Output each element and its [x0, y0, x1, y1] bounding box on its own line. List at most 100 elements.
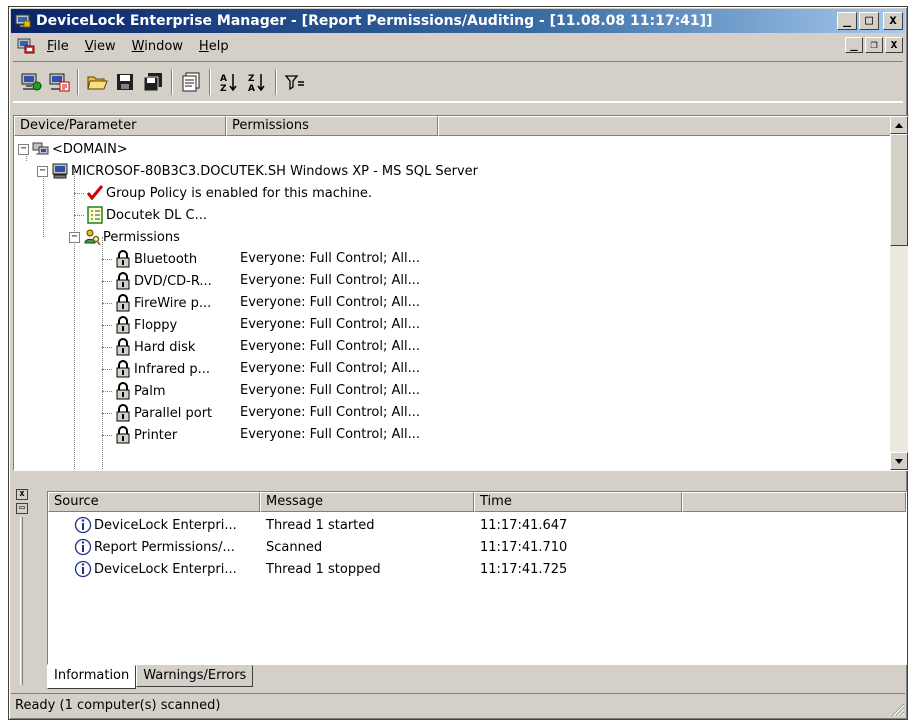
child-minimize-button[interactable]: _	[845, 37, 863, 53]
device-permission: Everyone: Full Control; All...	[240, 427, 421, 442]
collapse-toggle[interactable]: −	[69, 231, 80, 243]
menu-help[interactable]: Help	[191, 39, 237, 54]
log-source: DeviceLock Enterpri...	[94, 561, 237, 577]
minimize-button[interactable]: _	[837, 12, 857, 30]
tree-node-device-floppy[interactable]: Floppy	[102, 314, 177, 336]
tree-node-group-policy[interactable]: Group Policy is enabled for this machine…	[74, 182, 372, 204]
resize-grip-icon[interactable]	[889, 701, 905, 717]
tree-node-device-dvd[interactable]: DVD/CD-R...	[102, 270, 212, 292]
padlock-icon	[116, 316, 130, 334]
tree-node-machine[interactable]: − MICROSOF-80B3C3.DOCUTEK.SH Windows XP …	[37, 160, 478, 182]
tree-node-device-bluetooth[interactable]: Bluetooth	[102, 248, 197, 270]
tree-line	[74, 237, 75, 470]
column-header-filler	[682, 492, 906, 512]
dock-grip[interactable]	[20, 517, 23, 685]
close-log-button[interactable]: x	[16, 489, 28, 500]
log-source: DeviceLock Enterpri...	[94, 517, 237, 533]
padlock-icon	[116, 404, 130, 422]
child-close-button[interactable]: x	[885, 37, 903, 53]
column-header-filler	[438, 116, 892, 136]
log-row[interactable]: Report Permissions/...	[74, 536, 235, 558]
save-button[interactable]	[111, 68, 139, 96]
tree-node-label: <DOMAIN>	[52, 141, 128, 157]
menu-window[interactable]: Window	[124, 39, 191, 54]
connect-button[interactable]	[17, 68, 45, 96]
padlock-icon	[116, 426, 130, 444]
tree-node-device-infrared[interactable]: Infrared p...	[102, 358, 210, 380]
toolbar: A Z Z A	[13, 61, 903, 103]
tree-node-device-parallel-port[interactable]: Parallel port	[102, 402, 212, 424]
column-header-source[interactable]: Source	[48, 492, 260, 512]
save-icon	[117, 74, 133, 90]
sort-ascending-button[interactable]: A Z	[215, 68, 243, 96]
open-icon	[87, 76, 108, 90]
title-bar[interactable]: DeviceLock Enterprise Manager - [Report …	[11, 9, 905, 33]
device-name: Parallel port	[134, 405, 213, 421]
log-header: Source Message Time	[48, 492, 906, 512]
permissions-tree-view[interactable]: Device/Parameter Permissions − <DOMAIN>	[13, 115, 909, 471]
device-permission: Everyone: Full Control; All...	[240, 361, 421, 376]
save-all-button[interactable]	[139, 68, 167, 96]
pane-splitter[interactable]	[13, 473, 903, 483]
collapse-toggle[interactable]: −	[18, 143, 29, 155]
column-header-time[interactable]: Time	[474, 492, 682, 512]
tree-node-docutek[interactable]: Docutek DL C...	[74, 204, 207, 226]
device-permission: Everyone: Full Control; All...	[240, 405, 421, 420]
maximize-button[interactable]: □	[859, 12, 879, 30]
child-window-icon[interactable]	[17, 38, 35, 54]
padlock-icon	[116, 272, 130, 290]
report-icon	[49, 73, 70, 92]
column-header-device-parameter[interactable]: Device/Parameter	[14, 116, 226, 136]
tree-node-device-firewire[interactable]: FireWire p...	[102, 292, 211, 314]
toolbar-separator	[171, 69, 173, 95]
scroll-down-button[interactable]	[890, 452, 908, 470]
arrow-down-icon	[895, 458, 903, 464]
document-list-icon	[87, 206, 103, 224]
log-list[interactable]: Source Message Time DeviceLock Enterpri.…	[47, 491, 907, 665]
log-row[interactable]: DeviceLock Enterpri...	[74, 558, 237, 580]
collapse-toggle[interactable]: −	[37, 165, 48, 177]
main-window: DeviceLock Enterprise Manager - [Report …	[8, 6, 909, 720]
column-header-message[interactable]: Message	[260, 492, 474, 512]
scroll-thumb[interactable]	[890, 134, 908, 246]
tree-node-device-printer[interactable]: Printer	[102, 424, 177, 446]
device-permission: Everyone: Full Control; All...	[240, 273, 421, 288]
filter-button[interactable]	[281, 68, 309, 96]
toolbar-separator	[209, 69, 211, 95]
scroll-up-button[interactable]	[890, 116, 908, 134]
tree-body: − <DOMAIN> − MICROSOF-80B3C3.DOCUTEK.SH …	[14, 138, 890, 470]
filter-icon	[284, 75, 304, 91]
padlock-icon	[116, 338, 130, 356]
tab-information[interactable]: Information	[47, 665, 137, 689]
menu-view[interactable]: View	[77, 39, 124, 54]
tree-vertical-scrollbar[interactable]	[890, 116, 908, 470]
close-button[interactable]: x	[883, 12, 903, 30]
log-row[interactable]: DeviceLock Enterpri...	[74, 514, 237, 536]
tree-node-permissions[interactable]: − Permissions	[69, 226, 180, 248]
device-name: Infrared p...	[134, 361, 211, 377]
menu-file[interactable]: File	[39, 39, 77, 54]
window-title: DeviceLock Enterprise Manager - [Report …	[36, 13, 713, 29]
tree-node-domain[interactable]: − <DOMAIN>	[18, 138, 128, 160]
tree-node-label: Permissions	[103, 229, 180, 245]
toolbar-separator	[77, 69, 79, 95]
float-log-button[interactable]: ▭	[16, 503, 28, 514]
tree-node-device-hard-disk[interactable]: Hard disk	[102, 336, 195, 358]
padlock-icon	[116, 294, 130, 312]
device-name: Bluetooth	[134, 251, 198, 267]
open-button[interactable]	[83, 68, 111, 96]
report-button[interactable]	[45, 68, 73, 96]
tree-node-device-palm[interactable]: Palm	[102, 380, 166, 402]
devicelock-app-icon	[15, 14, 31, 28]
log-source: Report Permissions/...	[94, 539, 235, 555]
tab-warnings-errors[interactable]: Warnings/Errors	[136, 665, 254, 687]
arrow-up-icon	[895, 122, 903, 128]
log-message: Thread 1 started	[266, 517, 375, 533]
properties-button[interactable]	[177, 68, 205, 96]
tree-node-label: MICROSOF-80B3C3.DOCUTEK.SH Windows XP - …	[71, 163, 479, 179]
sort-descending-button[interactable]: Z A	[243, 68, 271, 96]
svg-text:Z: Z	[220, 84, 227, 93]
sort-ascending-icon: A Z	[220, 74, 237, 93]
child-restore-button[interactable]: ❐	[865, 37, 883, 53]
column-header-permissions[interactable]: Permissions	[226, 116, 438, 136]
